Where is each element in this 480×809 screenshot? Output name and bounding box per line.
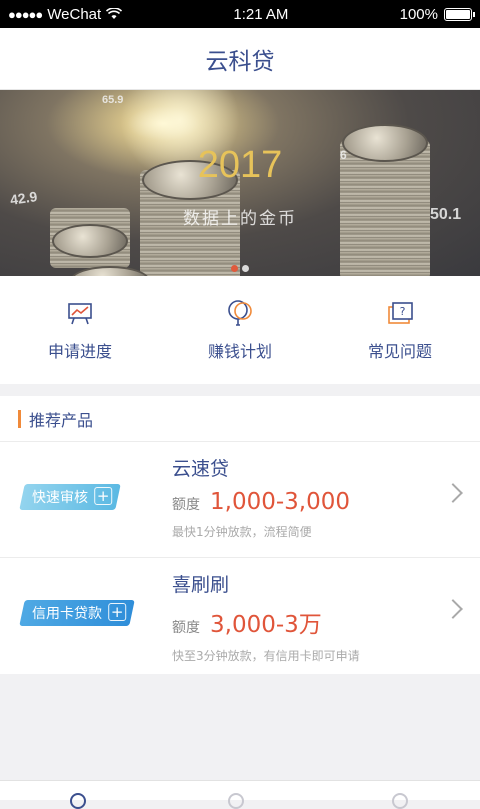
quota-label: 额度 [172,617,200,637]
product-tag: 信用卡贷款 + [19,600,135,626]
product-name: 云速贷 [172,454,350,481]
svg-text:?: ? [400,305,406,318]
banner-number: 65.9 [102,94,123,106]
product-row[interactable]: 信用卡贷款 + 喜刷刷 额度 3,000-3万 快至3分钟放款，有信用卡即可申请 [0,558,480,674]
signal-icon: ●●●●● [8,7,42,22]
chevron-right-icon [443,599,463,619]
quick-action-label: 申请进度 [48,338,112,362]
quota-value: 3,000-3万 [210,605,322,639]
tab-middle-icon[interactable] [228,793,244,809]
status-bar: ●●●●● WeChat 1:21 AM 100% [0,0,480,28]
product-tag: 快速审核 + [19,484,121,510]
battery-icon [444,8,472,21]
nav-bar: 云科贷 [0,28,480,90]
banner-subtitle: 数据上的金币 [0,204,480,229]
product-tag-label: 信用卡贷款 [32,603,102,623]
tab-profile-icon[interactable] [392,793,408,809]
quick-faq[interactable]: ? 常见问题 [320,276,480,384]
battery-percent: 100% [400,6,438,23]
quota-label: 额度 [172,494,200,514]
quick-actions: 申请进度 赚钱计划 ? 常见问题 [0,276,480,384]
quick-apply-progress[interactable]: 申请进度 [0,276,160,384]
balloon-icon [225,298,255,328]
quota-value: 1,000-3,000 [210,489,350,515]
product-desc: 最快1分钟放款，流程简便 [172,523,350,540]
recommend-section: 推荐产品 快速审核 + 云速贷 额度 1,000-3,000 最快1分钟放款，流… [0,396,480,674]
product-desc: 快至3分钟放款，有信用卡即可申请 [172,647,360,664]
section-accent-bar [18,410,21,428]
banner-pager [231,265,249,272]
pager-dot-active [231,265,238,272]
banner-year: 2017 [0,144,480,187]
wifi-icon [106,8,122,20]
page-title: 云科贷 [206,42,275,76]
quick-action-label: 赚钱计划 [208,338,272,362]
plus-icon: + [108,603,126,621]
carrier-label: WeChat [47,6,101,23]
section-title: 推荐产品 [29,407,93,431]
plus-icon: + [94,487,112,505]
pager-dot [242,265,249,272]
quick-earn-plan[interactable]: 赚钱计划 [160,276,320,384]
chevron-right-icon [443,483,463,503]
product-name: 喜刷刷 [172,570,360,597]
tab-home-icon[interactable] [70,793,86,809]
section-header: 推荐产品 [0,396,480,442]
chart-board-icon [65,298,95,328]
promo-banner[interactable]: 42.9 65.9 50.1 6 2017 数据上的金币 [0,90,480,276]
quick-action-label: 常见问题 [368,338,432,362]
question-icon: ? [385,298,415,328]
product-tag-label: 快速审核 [32,487,88,507]
product-row[interactable]: 快速审核 + 云速贷 额度 1,000-3,000 最快1分钟放款，流程简便 [0,442,480,558]
tab-bar [0,780,480,800]
clock: 1:21 AM [233,6,288,23]
